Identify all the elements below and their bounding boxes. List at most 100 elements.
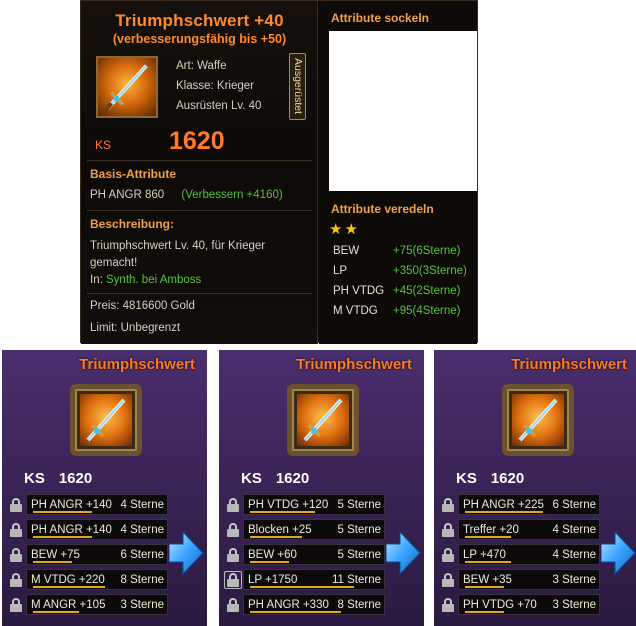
stat-row: PH ANGR +140 4 Sterne (6, 494, 174, 516)
stat-progress-bar (250, 586, 354, 588)
stat-name: PH ANGR +225 (463, 499, 544, 511)
stat-row: M ANGR +105 3 Sterne (6, 594, 174, 616)
stat-box: BEW +60 5 Sterne (243, 544, 385, 565)
item-name: Triumphschwert +40 (115, 11, 284, 30)
stat-row: PH ANGR +330 8 Sterne (223, 594, 391, 616)
refine-row: PH VTDG +45(2Sterne) (333, 285, 461, 297)
card-ks-value: 1620 (58, 470, 93, 487)
lock-icon[interactable] (9, 598, 23, 612)
stat-progress-bar (465, 586, 504, 588)
stat-stars: 8 Sterne (337, 599, 381, 611)
stat-name: BEW +60 (248, 549, 297, 561)
lock-icon[interactable] (441, 573, 455, 587)
stat-name: BEW +35 (463, 574, 512, 586)
stat-row: BEW +60 5 Sterne (223, 544, 391, 566)
card-ks: KS 1620 (241, 470, 310, 487)
stat-name: BEW +75 (31, 549, 80, 561)
lock-icon[interactable] (9, 548, 23, 562)
stat-row: Treffer +20 4 Sterne (438, 519, 606, 541)
stat-progress-bar (250, 511, 315, 513)
stat-progress-bar (33, 586, 105, 588)
tooltip-main-panel: Triumphschwert +40 (verbesserungsfähig b… (81, 1, 318, 344)
refine-row: M VTDG +95(4Sterne) (333, 305, 461, 317)
item-class: Klasse: Krieger (176, 80, 254, 92)
stat-box: Blocken +25 5 Sterne (243, 519, 385, 540)
stat-stars: 6 Sterne (120, 549, 164, 561)
stat-box: M ANGR +105 3 Sterne (26, 594, 168, 615)
item-limit: Limit: Unbegrenzt (90, 322, 181, 334)
lock-icon[interactable] (9, 573, 23, 587)
stat-stars: 4 Sterne (120, 499, 164, 511)
stat-box: PH VTDG +70 3 Sterne (458, 594, 600, 615)
stat-progress-bar (33, 611, 79, 613)
stat-progress-bar (250, 611, 341, 613)
stat-stars: 3 Sterne (120, 599, 164, 611)
lock-icon[interactable] (226, 498, 240, 512)
stat-row: PH ANGR +140 4 Sterne (6, 519, 174, 541)
stat-stars: 5 Sterne (337, 549, 381, 561)
refine-row: LP +350(3Sterne) (333, 265, 467, 277)
stat-card: Triumphschwert KS 1620 PH ANGR +225 6 Ste… (434, 350, 636, 626)
stat-stars: 6 Sterne (552, 499, 596, 511)
source-link[interactable]: Synth. bei Amboss (106, 274, 201, 286)
stat-row: LP +1750 11 Sterne (223, 569, 391, 591)
refine-stars: ★★ (329, 221, 360, 238)
lock-icon[interactable] (9, 523, 23, 537)
socket-title: Attribute sockeln (331, 11, 430, 25)
item-upgrade-limit: (verbesserungsfähig bis +50) (112, 32, 287, 46)
divider (87, 160, 312, 161)
stat-name: PH VTDG +120 (248, 499, 329, 511)
arrow-right-icon[interactable] (169, 530, 205, 576)
sword-icon (70, 384, 142, 456)
ks-label: KS (95, 138, 112, 152)
stat-progress-bar (33, 561, 72, 563)
item-tooltip: Triumphschwert +40 (verbesserungsfähig b… (80, 0, 478, 344)
stat-stars: 3 Sterne (552, 599, 596, 611)
stat-progress-bar (33, 536, 92, 538)
card-ks: KS 1620 (456, 470, 525, 487)
stat-name: LP +470 (463, 549, 506, 561)
stat-box: BEW +75 6 Sterne (26, 544, 168, 565)
description-line: gemacht! (90, 257, 138, 269)
stat-box: LP +1750 11 Sterne (243, 569, 385, 590)
sword-icon (96, 56, 158, 118)
refine-row: BEW +75(6Sterne) (333, 245, 461, 257)
arrow-right-icon[interactable] (601, 530, 636, 576)
base-attributes-title: Basis-Attribute (90, 167, 177, 181)
stat-progress-bar (465, 536, 511, 538)
socket-area (329, 31, 477, 191)
item-level: Ausrüsten Lv. 40 (176, 100, 262, 112)
lock-icon[interactable] (224, 571, 242, 589)
arrow-right-icon[interactable] (386, 530, 422, 576)
stat-name: Treffer +20 (463, 524, 519, 536)
lock-icon[interactable] (441, 548, 455, 562)
stat-name: PH ANGR +140 (31, 524, 112, 536)
stat-name: M VTDG +220 (31, 574, 105, 586)
lock-icon[interactable] (226, 523, 240, 537)
lock-icon[interactable] (441, 498, 455, 512)
stat-box: Treffer +20 4 Sterne (458, 519, 600, 540)
stat-name: PH ANGR +140 (31, 499, 112, 511)
lock-icon[interactable] (9, 498, 23, 512)
lock-icon[interactable] (226, 598, 240, 612)
stat-row: Blocken +25 5 Sterne (223, 519, 391, 541)
lock-icon[interactable] (441, 523, 455, 537)
stat-progress-bar (250, 561, 289, 563)
base-improve: (Verbessern +4160) (181, 189, 283, 201)
stat-row: PH ANGR +225 6 Sterne (438, 494, 606, 516)
stat-box: BEW +35 3 Sterne (458, 569, 600, 590)
sword-icon (287, 384, 359, 456)
stat-box: M VTDG +220 8 Sterne (26, 569, 168, 590)
stat-name: LP +1750 (248, 574, 298, 586)
card-title: Triumphschwert (511, 356, 627, 373)
stat-progress-bar (250, 536, 302, 538)
stat-stars: 4 Sterne (552, 524, 596, 536)
lock-icon[interactable] (441, 598, 455, 612)
description-title: Beschreibung: (90, 217, 175, 231)
stat-name: M ANGR +105 (31, 599, 106, 611)
lock-icon[interactable] (226, 548, 240, 562)
stat-row: LP +470 4 Sterne (438, 544, 606, 566)
stat-box: PH ANGR +330 8 Sterne (243, 594, 385, 615)
stat-progress-bar (465, 511, 543, 513)
stat-card: Triumphschwert KS 1620 PH ANGR +140 4 Ste… (2, 350, 207, 626)
